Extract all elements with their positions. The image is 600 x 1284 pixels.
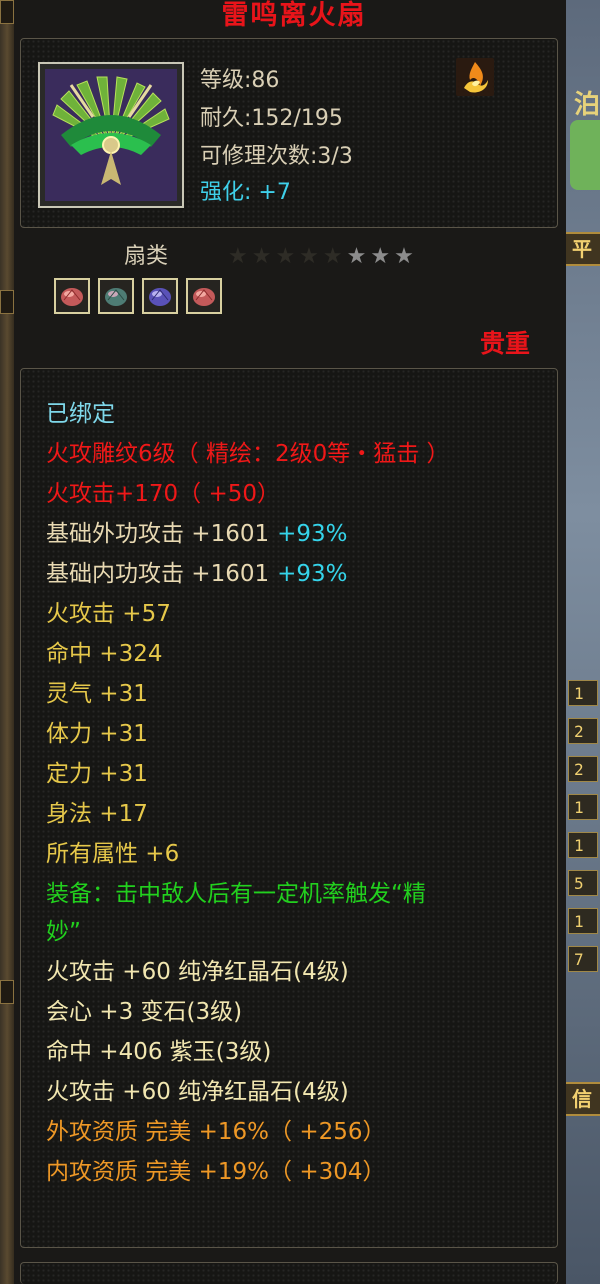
stars-lit: ★★★: [346, 244, 418, 269]
gem-stat-line: 会心 +3 变石(3级): [46, 999, 243, 1025]
item-rarity: 贵重: [480, 329, 531, 358]
item-repair-count: 可修理次数:3/3: [200, 138, 353, 170]
green-stone-gem-icon: [98, 278, 134, 314]
attr-line: 所有属性 +6: [46, 841, 180, 867]
attr-line: 身法 +17: [46, 801, 148, 827]
background-glyph: 泊: [574, 90, 600, 120]
level-label: 等级: [200, 68, 245, 93]
item-name: 雷鸣离火扇: [221, 0, 367, 31]
green-fan-icon: [45, 69, 177, 201]
bound-status: 已绑定: [46, 401, 115, 427]
background-tab[interactable]: 2: [568, 718, 598, 744]
attr-line: 定力 +31: [46, 761, 148, 787]
carving-line: 火攻雕纹6级（ 精绘：2级0等・猛击 ）: [46, 441, 450, 467]
red-crystal-gem-icon: [54, 278, 90, 314]
durability-value: :152/195: [244, 106, 343, 131]
left-frame-stub: [0, 0, 14, 24]
item-durability: 耐久:152/195: [200, 100, 343, 132]
durability-label: 耐久: [200, 106, 245, 131]
background-grass: [570, 120, 600, 190]
background-tab[interactable]: 1: [568, 794, 598, 820]
background-tab[interactable]: 1: [568, 680, 598, 706]
ext-quality-line: 外攻资质 完美 +16%（ +256）: [46, 1119, 386, 1145]
background-tab[interactable]: 1: [568, 908, 598, 934]
purple-jade-gem-icon: [142, 278, 178, 314]
ext-attack-pct: +93%: [277, 521, 348, 547]
red-crystal-gem-icon: [186, 278, 222, 314]
background-tab[interactable]: 2: [568, 756, 598, 782]
item-icon-frame: [38, 62, 184, 208]
ext-attack-line: 基础外功攻击 +1601 +93%: [46, 514, 348, 548]
int-attack-value: 基础内功攻击 +1601: [46, 561, 270, 587]
equip-effect-line: 装备：击中敌人后有一定机率触发“精: [46, 881, 426, 907]
fire-element-icon: [456, 58, 494, 96]
left-frame-stub: [0, 290, 14, 314]
attr-line: 灵气 +31: [46, 681, 148, 707]
int-quality-line: 内攻资质 完美 +19%（ +304）: [46, 1159, 386, 1185]
background-tab[interactable]: 1: [568, 832, 598, 858]
item-category: 扇类: [124, 244, 169, 269]
item-tooltip: 雷鸣离火扇 等级:86 耐久:152/195 可修理次数:3/3 强化: +7 …: [14, 0, 566, 1284]
int-attack-line: 基础内功攻击 +1601 +93%: [46, 554, 348, 588]
enhance-value: +7: [258, 180, 291, 205]
equip-effect-line-cont: 妙”: [46, 919, 81, 945]
star-slots: ★★★★★: [228, 244, 347, 269]
tooltip-footer-box: [20, 1262, 558, 1284]
fire-attack-line: 火攻击+170（ +50）: [46, 481, 281, 507]
left-frame-stub: [0, 980, 14, 1004]
enhance-label: 强化:: [200, 180, 252, 205]
attr-line: 体力 +31: [46, 721, 148, 747]
repair-label: 可修理次数: [200, 144, 311, 169]
attr-line: 命中 +324: [46, 641, 163, 667]
repair-value: :3/3: [310, 144, 353, 169]
background-tab[interactable]: 5: [568, 870, 598, 896]
level-value: :86: [244, 68, 280, 93]
item-enhance: 强化: +7: [200, 174, 291, 206]
int-attack-pct: +93%: [277, 561, 348, 587]
background-banner-top: 平: [566, 232, 600, 266]
ext-attack-value: 基础外功攻击 +1601: [46, 521, 270, 547]
gem-stat-line: 火攻击 +60 纯净红晶石(4级): [46, 959, 349, 985]
gem-stat-line: 命中 +406 紫玉(3级): [46, 1039, 272, 1065]
background-banner-bottom: 信: [566, 1082, 600, 1116]
attr-line: 火攻击 +57: [46, 601, 171, 627]
right-background: 泊 平 1 2 2 1 1 5 1 7 信: [566, 0, 600, 1284]
gem-stat-line: 火攻击 +60 纯净红晶石(4级): [46, 1079, 349, 1105]
item-level: 等级:86: [200, 62, 279, 94]
background-tab[interactable]: 7: [568, 946, 598, 972]
item-star-rating: ★★★★★★★★: [228, 244, 418, 269]
